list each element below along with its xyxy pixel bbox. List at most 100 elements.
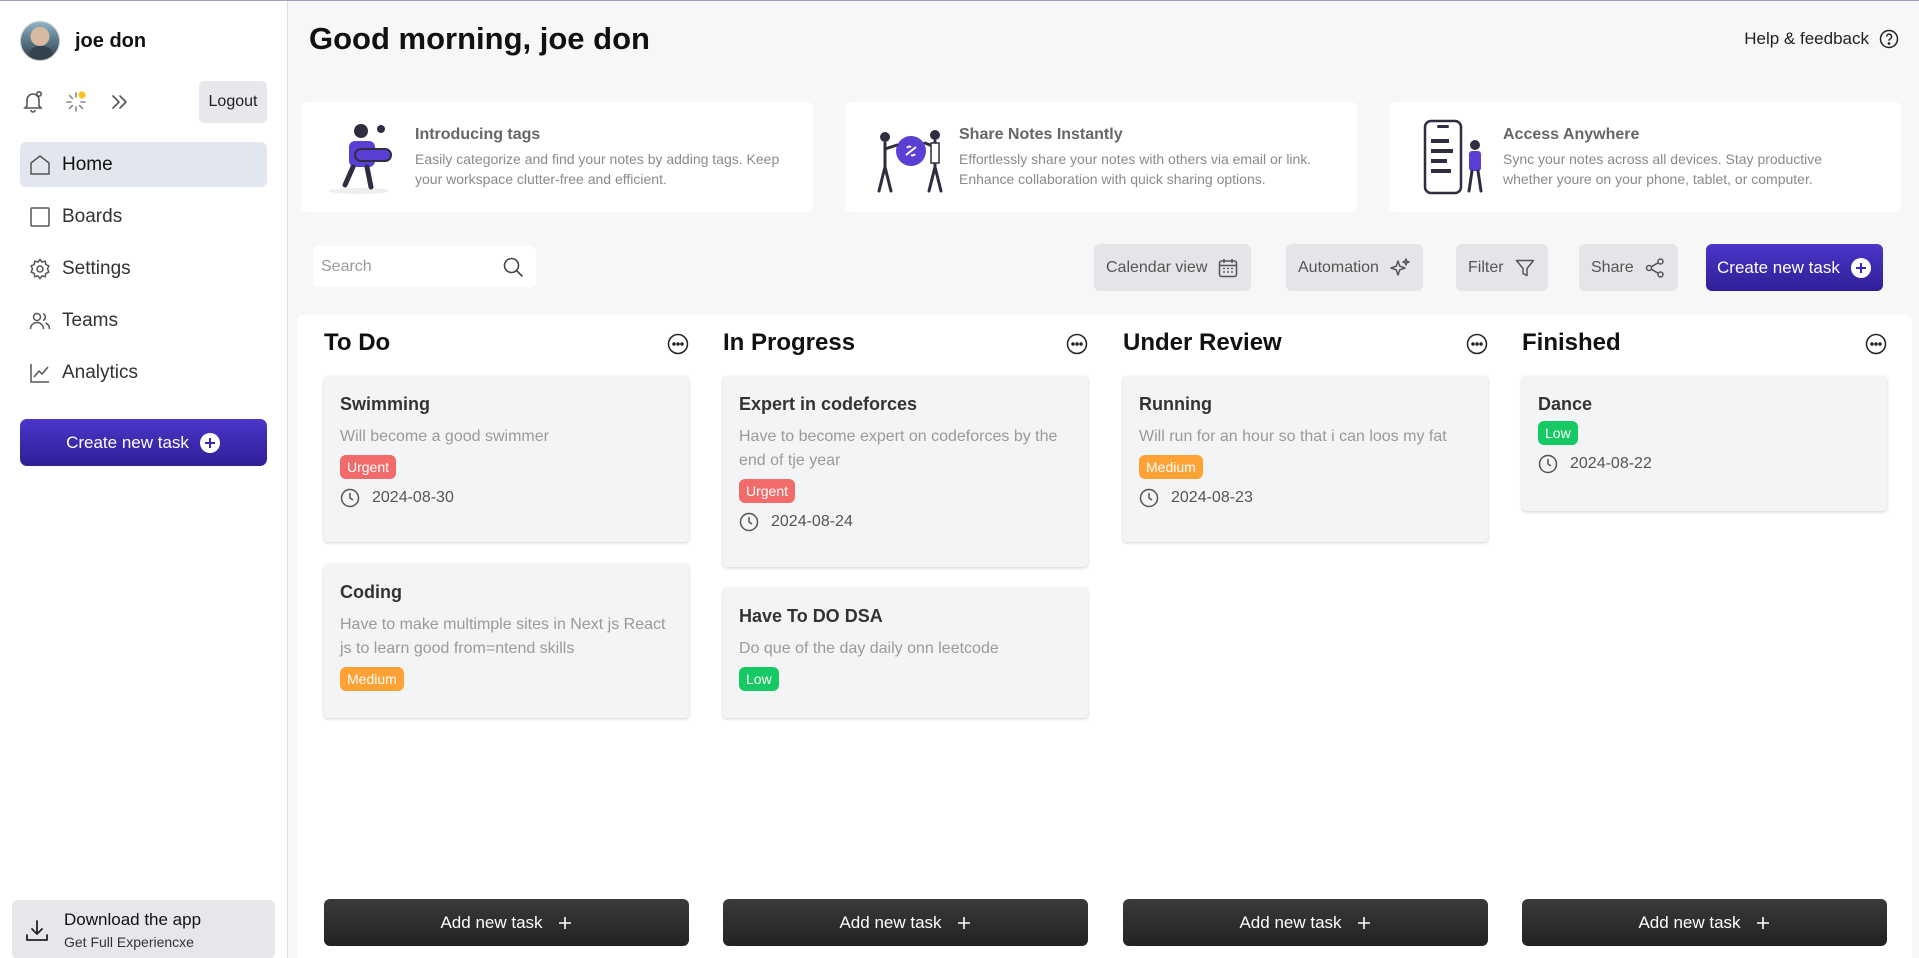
task-card[interactable]: Running Will run for an hour so that i c… bbox=[1123, 376, 1488, 542]
calendar-view-button[interactable]: Calendar view bbox=[1094, 244, 1252, 291]
user-name: joe don bbox=[75, 29, 147, 52]
sidebar-item-label: Home bbox=[62, 153, 113, 175]
priority-badge: Low bbox=[1538, 421, 1578, 445]
user-profile[interactable]: joe don bbox=[20, 21, 146, 61]
add-task-button[interactable]: Add new task bbox=[1522, 899, 1887, 946]
task-date: 2024-08-24 bbox=[739, 512, 1072, 532]
task-description: Will become a good swimmer bbox=[340, 428, 549, 445]
task-date-text: 2024-08-22 bbox=[1570, 455, 1652, 472]
feature-cards: Introducing tags Easily categorize and f… bbox=[301, 102, 1903, 212]
plus-icon bbox=[957, 916, 970, 929]
loading-sun-icon[interactable] bbox=[63, 89, 89, 115]
more-options-icon[interactable] bbox=[1066, 333, 1088, 355]
kanban-board: To Do Swimming Will become a good swimme… bbox=[297, 315, 1912, 958]
automation-label: Automation bbox=[1298, 258, 1379, 276]
page-title: Good morning, joe don bbox=[309, 21, 650, 56]
task-title: Running bbox=[1139, 394, 1212, 414]
task-card[interactable]: Coding Have to make multimple sites in N… bbox=[324, 564, 689, 718]
sidebar-item-home[interactable]: Home bbox=[20, 142, 267, 187]
download-app-banner[interactable]: Download the app Get Full Experiencxe bbox=[12, 900, 275, 958]
task-card[interactable]: Expert in codeforces Have to become expe… bbox=[723, 376, 1088, 567]
filter-button[interactable]: Filter bbox=[1456, 244, 1548, 291]
help-feedback-link[interactable]: Help & feedback bbox=[1744, 29, 1899, 49]
column-under-review: Under Review Running Will run for an hou… bbox=[1123, 315, 1488, 958]
sidebar-item-boards[interactable]: Boards bbox=[20, 194, 267, 239]
clock-icon bbox=[1538, 454, 1558, 474]
plus-icon bbox=[1357, 916, 1370, 929]
feature-description: Easily categorize and find your notes by… bbox=[415, 150, 780, 187]
priority-badge: Urgent bbox=[340, 455, 397, 479]
more-options-icon[interactable] bbox=[667, 333, 689, 355]
feature-description: Effortlessly share your notes with other… bbox=[959, 150, 1312, 187]
task-date-text: 2024-08-30 bbox=[372, 489, 454, 506]
task-description: Will run for an hour so that i can loos … bbox=[1139, 428, 1447, 445]
add-task-label: Add new task bbox=[839, 912, 942, 932]
task-date-text: 2024-08-24 bbox=[771, 513, 853, 530]
sidebar-item-analytics[interactable]: Analytics bbox=[20, 350, 267, 395]
feature-text: Share Notes Instantly Effortlessly share… bbox=[959, 126, 1324, 189]
feature-text: Introducing tags Easily categorize and f… bbox=[415, 126, 780, 189]
chevrons-right-icon[interactable] bbox=[106, 89, 132, 115]
create-task-label: Create new task bbox=[66, 432, 189, 452]
home-icon bbox=[30, 154, 50, 175]
search-input[interactable] bbox=[321, 246, 491, 287]
download-icon bbox=[26, 920, 48, 941]
add-task-label: Add new task bbox=[440, 912, 543, 932]
sparkles-icon bbox=[1390, 257, 1410, 276]
clock-icon bbox=[1139, 488, 1159, 508]
automation-button[interactable]: Automation bbox=[1286, 244, 1423, 291]
sidebar-item-label: Boards bbox=[62, 205, 123, 227]
bell-icon[interactable] bbox=[20, 89, 46, 115]
avatar bbox=[20, 21, 60, 61]
sidebar-item-label: Settings bbox=[62, 257, 131, 279]
create-task-button[interactable]: Create new task bbox=[1706, 244, 1883, 291]
download-text: Download the app Get Full Experiencxe bbox=[64, 910, 201, 958]
feature-card-access: Access Anywhere Sync your notes across a… bbox=[1389, 102, 1901, 212]
more-options-icon[interactable] bbox=[1865, 333, 1887, 355]
sidebar-item-label: Teams bbox=[62, 309, 118, 331]
task-description: Do que of the day daily onn leetcode bbox=[739, 640, 999, 657]
column-finished: Finished Dance Low 2024-08-22 Add new ta… bbox=[1522, 315, 1887, 958]
task-card[interactable]: Swimming Will become a good swimmer Urge… bbox=[324, 376, 689, 542]
feature-card-share: Share Notes Instantly Effortlessly share… bbox=[845, 102, 1357, 212]
more-options-icon[interactable] bbox=[1466, 333, 1488, 355]
clock-icon bbox=[739, 512, 759, 532]
share-button[interactable]: Share bbox=[1579, 244, 1678, 291]
task-date: 2024-08-30 bbox=[340, 488, 673, 508]
logout-button[interactable]: Logout bbox=[199, 81, 267, 123]
share-icon bbox=[1645, 257, 1664, 278]
filter-label: Filter bbox=[1468, 258, 1504, 276]
add-task-label: Add new task bbox=[1638, 912, 1741, 932]
feature-card-tags: Introducing tags Easily categorize and f… bbox=[301, 102, 813, 212]
task-card[interactable]: Dance Low 2024-08-22 bbox=[1522, 376, 1887, 511]
gear-icon bbox=[30, 257, 50, 280]
download-title: Download the app bbox=[64, 910, 202, 929]
users-icon bbox=[29, 312, 51, 329]
sidebar-nav: Home Boards Settings Teams Analytics bbox=[20, 142, 267, 402]
add-task-button[interactable]: Add new task bbox=[324, 899, 689, 946]
share-illustration-icon bbox=[877, 130, 943, 193]
column-title: Under Review bbox=[1123, 329, 1282, 356]
chart-icon bbox=[30, 363, 49, 383]
help-circle-icon bbox=[1879, 29, 1899, 49]
sidebar-item-settings[interactable]: Settings bbox=[20, 246, 267, 291]
share-label: Share bbox=[1591, 258, 1634, 276]
task-date: 2024-08-22 bbox=[1538, 454, 1871, 474]
calendar-icon bbox=[1219, 258, 1238, 277]
search-icon[interactable] bbox=[502, 256, 524, 278]
sidebar-item-teams[interactable]: Teams bbox=[20, 298, 267, 343]
sidebar-create-task-button[interactable]: Create new task bbox=[20, 419, 267, 466]
feature-title: Introducing tags bbox=[415, 125, 541, 143]
calendar-view-label: Calendar view bbox=[1106, 258, 1208, 276]
priority-badge: Medium bbox=[1139, 455, 1203, 479]
plus-icon bbox=[558, 916, 571, 929]
column-in-progress: In Progress Expert in codeforces Have to… bbox=[723, 315, 1088, 958]
task-title: Coding bbox=[340, 582, 402, 602]
sidebar: joe don Logout Home Boards Settings Team… bbox=[0, 1, 288, 958]
column-title: To Do bbox=[324, 329, 391, 356]
add-task-button[interactable]: Add new task bbox=[723, 899, 1088, 946]
feature-description: Sync your notes across all devices. Stay… bbox=[1503, 150, 1823, 187]
plus-circle-icon bbox=[1850, 257, 1871, 278]
add-task-button[interactable]: Add new task bbox=[1123, 899, 1488, 946]
task-card[interactable]: Have To DO DSA Do que of the day daily o… bbox=[723, 588, 1088, 718]
